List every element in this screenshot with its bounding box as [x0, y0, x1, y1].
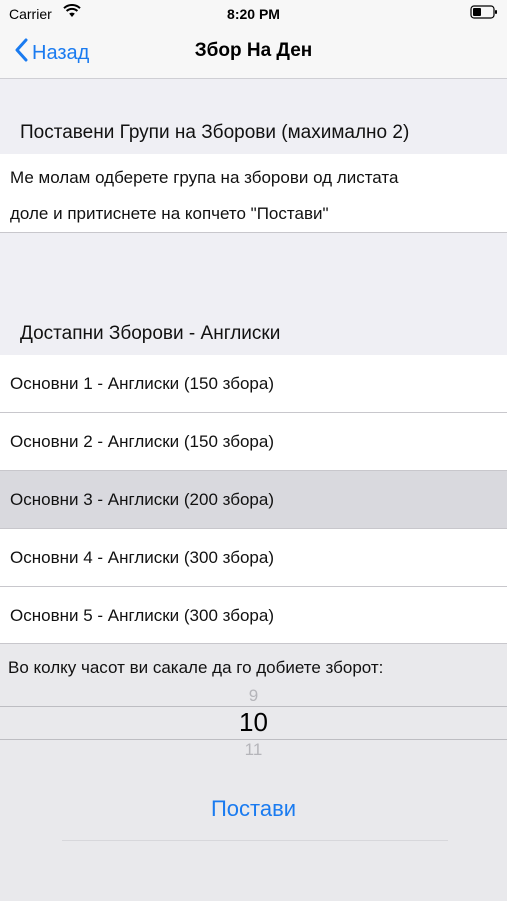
status-bar: Carrier 8:20 PM [0, 0, 507, 28]
list-item[interactable]: Основни 5 - Англиски (300 збора) [0, 587, 507, 645]
list-item-label: Основни 4 - Англиски (300 збора) [10, 548, 275, 567]
list-item-label: Основни 5 - Англиски (300 збора) [10, 606, 275, 625]
info-text-line-2: доле и притиснете на копчето "Постави" [10, 204, 329, 223]
status-time: 8:20 PM [227, 6, 280, 22]
back-button-label: Назад [32, 41, 90, 64]
navigation-bar: Назад Збор На Ден [0, 28, 507, 79]
available-words-list: Основни 1 - Англиски (150 збора) Основни… [0, 355, 507, 645]
picker-current-value[interactable]: 10 [0, 707, 507, 738]
time-picker-label: Во колку часот ви сакале да го добиете з… [8, 658, 384, 677]
list-item[interactable]: Основни 2 - Англиски (150 збора) [0, 413, 507, 471]
battery-icon [470, 5, 498, 24]
selected-groups-header: Поставени Групи на Зборови (махимално 2) [0, 79, 507, 154]
list-item[interactable]: Основни 4 - Англиски (300 збора) [0, 529, 507, 587]
selected-groups-info: Ме молам одберете група на зборови од ли… [0, 154, 507, 233]
time-picker-panel: Во колку часот ви сакале да го добиете з… [0, 643, 507, 901]
info-text-line-1: Ме молам одберете група на зборови од ли… [10, 168, 399, 187]
list-item[interactable]: Основни 3 - Англиски (200 збора) [0, 471, 507, 529]
hour-picker[interactable]: 9 10 11 [0, 678, 507, 766]
available-words-header-label: Достапни Зборови - Англиски [20, 323, 281, 344]
set-button[interactable]: Постави [0, 796, 507, 822]
back-button[interactable]: Назад [14, 38, 89, 68]
chevron-left-icon [14, 38, 32, 68]
picker-prev-value[interactable]: 9 [0, 686, 507, 706]
list-item-label: Основни 3 - Англиски (200 збора) [10, 490, 275, 509]
list-item-label: Основни 2 - Англиски (150 збора) [10, 432, 275, 451]
selected-groups-header-label: Поставени Групи на Зборови (махимално 2) [20, 122, 410, 143]
list-item-label: Основни 1 - Англиски (150 збора) [10, 374, 275, 393]
available-words-header: Достапни Зборови - Англиски [0, 233, 507, 355]
divider [62, 840, 448, 841]
list-item[interactable]: Основни 1 - Англиски (150 збора) [0, 355, 507, 413]
picker-next-value[interactable]: 11 [0, 740, 507, 760]
